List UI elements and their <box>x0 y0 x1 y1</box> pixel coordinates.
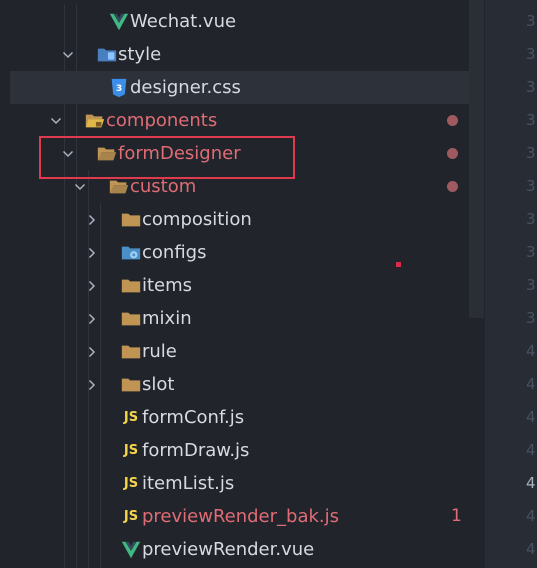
line-number: 3 <box>526 144 536 162</box>
tree-row-label: composition <box>142 209 252 230</box>
tree-row-folder-composition[interactable]: composition <box>0 203 485 236</box>
chevron-right-icon[interactable] <box>84 236 100 269</box>
line-number: 3 <box>526 111 536 129</box>
tree-row-folder-custom[interactable]: custom <box>0 170 485 203</box>
explorer-scrollbar[interactable] <box>469 0 484 318</box>
chevron-right-icon[interactable] <box>84 269 100 302</box>
tree-row-label: previewRender_bak.js <box>142 506 340 527</box>
line-number: 3 <box>526 309 536 327</box>
line-number: 3 <box>526 210 536 228</box>
chevron-down-icon[interactable] <box>72 170 88 203</box>
chevron-right-icon[interactable] <box>84 203 100 236</box>
js-icon: JS <box>123 410 139 425</box>
line-number: 4 <box>526 474 536 492</box>
tree-row-label: itemList.js <box>142 473 235 494</box>
line-number: 4 <box>526 441 536 459</box>
tree-row-label: configs <box>142 242 207 263</box>
tree-row-file-previewrender-bak-js[interactable]: JS previewRender_bak.js 1 <box>0 500 485 533</box>
tree-row-label: items <box>142 275 193 296</box>
vue-icon <box>120 533 142 566</box>
folder-open-icon <box>108 170 130 203</box>
line-number: 3 <box>526 45 536 63</box>
red-marker <box>396 262 401 267</box>
tree-row-folder-components[interactable]: components <box>0 104 485 137</box>
tree-row-label: rule <box>142 341 177 362</box>
chevron-down-icon[interactable] <box>60 137 76 170</box>
tree-row-file-wechat-vue[interactable]: Wechat.vue <box>0 5 485 38</box>
tree-row-folder-items[interactable]: items <box>0 269 485 302</box>
folder-icon <box>120 302 142 335</box>
chevron-down-icon[interactable] <box>60 38 76 71</box>
tree-row-file-itemlist-js[interactable]: JS itemList.js <box>0 467 485 500</box>
folder-components-icon <box>84 104 106 137</box>
line-number: 4 <box>526 540 536 558</box>
svg-text:3: 3 <box>116 83 122 94</box>
folder-icon <box>120 269 142 302</box>
tree-row-file-designer-css[interactable]: 3 designer.css <box>10 71 475 104</box>
line-number: 3 <box>526 243 536 261</box>
chevron-right-icon[interactable] <box>84 368 100 401</box>
tree-row-file-formdraw-js[interactable]: JS formDraw.js <box>0 434 485 467</box>
modified-dot-icon <box>447 115 458 126</box>
chevron-right-icon[interactable] <box>84 302 100 335</box>
js-icon: JS <box>123 443 139 458</box>
tree-row-folder-configs[interactable]: configs <box>0 236 485 269</box>
folder-style-icon <box>96 38 118 71</box>
tree-row-label: previewRender.vue <box>142 539 315 560</box>
tree-row-label: components <box>106 110 218 131</box>
folder-icon <box>120 368 142 401</box>
tree-row-file-formconf-js[interactable]: JS formConf.js <box>0 401 485 434</box>
line-number: 3 <box>526 12 536 30</box>
tree-row-label: custom <box>130 176 197 197</box>
line-number: 4 <box>526 507 536 525</box>
line-number: 4 <box>526 342 536 360</box>
tree-row-label: formDraw.js <box>142 440 250 461</box>
tree-row-folder-rule[interactable]: rule <box>0 335 485 368</box>
js-icon: JS <box>123 509 139 524</box>
tree-row-label: style <box>118 44 162 65</box>
js-icon: JS <box>123 476 139 491</box>
line-number: 3 <box>526 276 536 294</box>
line-number: 3 <box>526 177 536 195</box>
problem-count-badge: 1 <box>451 506 462 526</box>
modified-dot-icon <box>447 148 458 159</box>
line-number: 3 <box>526 78 536 96</box>
tree-row-folder-formdesigner[interactable]: formDesigner <box>0 137 485 170</box>
explorer-tree: Wechat.vue style 3 designer.css components fo… <box>0 0 485 568</box>
tree-row-label: Wechat.vue <box>130 11 237 32</box>
chevron-down-icon[interactable] <box>48 104 64 137</box>
tree-row-label: slot <box>142 374 175 395</box>
tree-row-folder-mixin[interactable]: mixin <box>0 302 485 335</box>
folder-config-icon <box>120 236 142 269</box>
tree-row-label: mixin <box>142 308 192 329</box>
tree-row-label: designer.css <box>130 77 241 98</box>
folder-icon <box>120 203 142 236</box>
tree-row-label: formDesigner <box>118 143 241 164</box>
chevron-right-icon[interactable] <box>84 335 100 368</box>
folder-open-icon <box>96 137 118 170</box>
vue-icon <box>108 5 130 38</box>
line-number: 4 <box>526 375 536 393</box>
tree-row-folder-style[interactable]: style <box>0 38 485 71</box>
folder-icon <box>120 335 142 368</box>
modified-dot-icon <box>447 181 458 192</box>
tree-row-folder-slot[interactable]: slot <box>0 368 485 401</box>
line-number: 4 <box>526 408 536 426</box>
tree-row-file-previewrender-vue[interactable]: previewRender.vue <box>0 533 485 566</box>
css-icon: 3 <box>108 71 130 104</box>
editor-line-gutter: 3 3 3 3 3 3 3 3 3 3 4 4 4 4 4 4 4 <box>485 0 537 568</box>
tree-row-label: formConf.js <box>142 407 245 428</box>
